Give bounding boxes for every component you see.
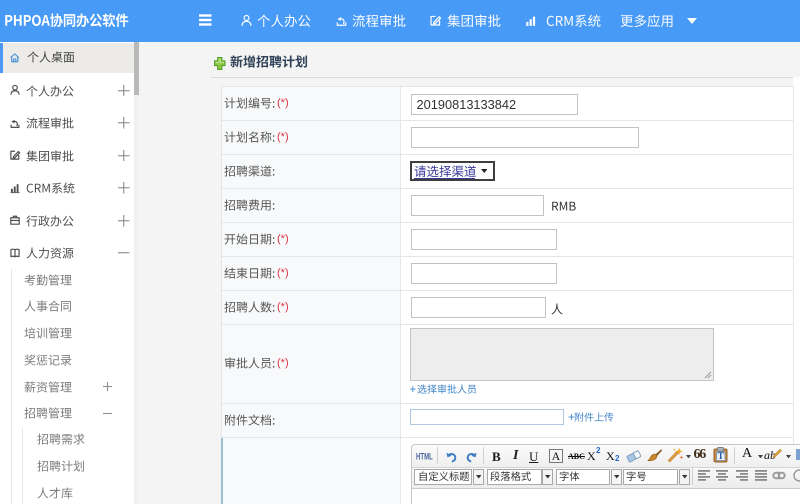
svg-text:T: T [718,451,724,461]
